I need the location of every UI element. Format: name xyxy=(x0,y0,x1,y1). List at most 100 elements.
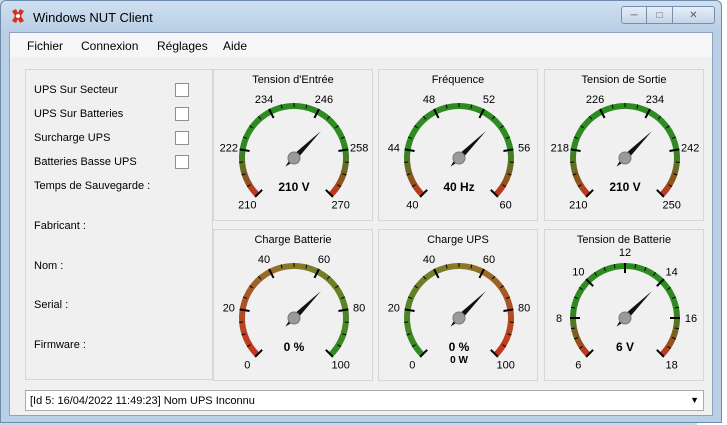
gauge-value-display: 0 % xyxy=(284,340,305,354)
gauge-tick-label: 60 xyxy=(483,254,495,266)
gauge-arc-segment xyxy=(260,269,271,280)
menu-aide[interactable]: Aide xyxy=(223,39,247,53)
gauge-tick-label: 242 xyxy=(681,143,699,155)
gauge-arc-segment xyxy=(624,103,633,110)
gauge-arc-segment xyxy=(471,104,481,114)
log-dropdown[interactable]: [Id 5: 16/04/2022 11:49:23] Nom UPS Inco… xyxy=(25,390,704,411)
gauge-arc-segment xyxy=(245,341,256,352)
gauge-arc-segment xyxy=(339,136,348,147)
gauge-arc-segment xyxy=(437,104,448,113)
gauge-arc-segment xyxy=(504,136,513,147)
gauge-arc-segment xyxy=(570,150,577,159)
gauge-hub xyxy=(618,311,632,325)
gauge-arc-segment xyxy=(300,263,309,271)
gauge-arc-segment xyxy=(493,119,504,129)
gauge-arc-segment xyxy=(637,104,647,114)
gauge-arc-segment xyxy=(250,278,260,289)
gauge-arc-segment xyxy=(631,103,640,111)
flag-checkbox-on-battery[interactable] xyxy=(175,107,189,121)
gauge-arc-segment xyxy=(404,323,412,333)
menu-bar: Fichier Connexion Réglages Aide xyxy=(10,33,712,57)
minimize-icon: ─ xyxy=(630,9,638,21)
gauge-arc-segment xyxy=(624,263,633,270)
gauge-battery-charge: Charge Batterie 0 20 40 60 80 100 0 % xyxy=(213,229,373,381)
gauge-arc-segment xyxy=(339,296,348,307)
close-button[interactable]: ✕ xyxy=(673,6,715,24)
gauge-arc-segment xyxy=(465,263,474,271)
gauge-value-display: 210 V xyxy=(609,180,640,194)
gauge-arc-segment xyxy=(501,336,510,347)
gauge-arc-segment xyxy=(338,330,348,340)
gauge-tick-label: 14 xyxy=(666,266,678,278)
gauge-arc-segment xyxy=(328,279,339,289)
flag-label-on-battery: UPS Sur Batteries xyxy=(34,108,124,120)
gauge-arc-segment xyxy=(404,163,412,173)
gauge-arc-segment xyxy=(483,270,494,280)
gauge-tick-label: 10 xyxy=(572,266,584,278)
gauge-arc-segment xyxy=(573,176,583,186)
gauge-arc-segment xyxy=(242,176,252,186)
chevron-down-icon[interactable]: ▼ xyxy=(690,395,699,405)
gauge-arc-segment xyxy=(425,269,436,280)
gauge-tick-label: 80 xyxy=(353,303,365,315)
gauge-dial: 0 20 40 60 80 100 0 % xyxy=(223,254,366,372)
gauge-arc-segment xyxy=(570,163,578,173)
gauge-arc-segment xyxy=(242,336,252,346)
gauge-dial: 210 218 226 234 242 250 210 V xyxy=(551,94,700,211)
gauge-arc-segment xyxy=(407,176,417,186)
flag-checkbox-low-battery[interactable] xyxy=(175,155,189,169)
flag-checkbox-on-line[interactable] xyxy=(175,83,189,97)
gauge-arc-segment xyxy=(404,310,411,319)
gauge-tick-label: 0 xyxy=(244,360,250,372)
gauge-arc-segment xyxy=(306,264,316,274)
gauge-arc-segment xyxy=(493,279,504,289)
gauge-arc-segment xyxy=(667,336,676,347)
gauge-arc-segment xyxy=(249,347,260,357)
gauge-arc-segment xyxy=(580,187,591,197)
gauge-arc-segment xyxy=(458,103,467,110)
gauge-arc-segment xyxy=(673,317,680,326)
gauge-tick-label: 40 xyxy=(423,254,435,266)
gauge-tick-label: 60 xyxy=(318,254,330,266)
gauge-arc-segment xyxy=(414,187,425,197)
window-controls: ─ □ ✕ xyxy=(621,6,715,24)
menu-fichier[interactable]: Fichier xyxy=(27,39,63,53)
gauge-arc-segment xyxy=(483,110,494,120)
menu-connexion[interactable]: Connexion xyxy=(81,39,138,53)
gauge-value-display: 210 V xyxy=(278,180,309,194)
gauge-tick-label: 8 xyxy=(556,313,562,325)
serial-label: Serial : xyxy=(34,299,69,311)
gauge-arc-segment xyxy=(404,150,411,159)
menu-reglages[interactable]: Réglages xyxy=(157,39,208,53)
manufacturer-label: Fabricant : xyxy=(34,220,86,232)
gauge-tick-label: 218 xyxy=(551,143,569,155)
gauge-ups-load: Charge UPS 0 20 40 60 80 100 0 % 0 W xyxy=(378,229,538,381)
gauge-arc-segment xyxy=(341,164,349,173)
title-bar: Windows NUT Client ─ □ ✕ xyxy=(1,1,721,33)
gauge-arc-segment xyxy=(250,118,260,129)
gauge-arc-segment xyxy=(504,296,513,307)
gauge-tick-label: 44 xyxy=(388,143,400,155)
gauge-arc-segment xyxy=(245,181,256,192)
gauge-arc-segment xyxy=(570,310,577,319)
gauge-arc-segment xyxy=(506,164,514,173)
backup-time-label: Temps de Sauvegarde : xyxy=(34,180,151,192)
minimize-button[interactable]: ─ xyxy=(621,6,647,24)
gauge-dial: 0 20 40 60 80 100 0 %0 W xyxy=(388,254,531,371)
gauge-tick-label: 246 xyxy=(315,94,333,106)
log-text: [Id 5: 16/04/2022 11:49:23] Nom UPS Inco… xyxy=(30,395,255,407)
gauge-arc-segment xyxy=(603,104,614,113)
gauge-arc-segment xyxy=(603,264,614,273)
gauge-arc-segment xyxy=(503,170,513,180)
gauge-arc-segment xyxy=(501,176,510,187)
firmware-label: Firmware : xyxy=(34,339,86,351)
maximize-button[interactable]: □ xyxy=(647,6,673,24)
flag-checkbox-overload[interactable] xyxy=(175,131,189,145)
gauge-arc-segment xyxy=(243,289,252,300)
client-area: Fichier Connexion Réglages Aide UPS Sur … xyxy=(9,32,713,416)
gauge-tick-label: 234 xyxy=(646,94,664,106)
gauge-arc-segment xyxy=(239,323,247,333)
gauge-arc-segment xyxy=(410,341,421,352)
gauge-sub-display: 0 W xyxy=(450,355,468,366)
gauge-arc-segment xyxy=(667,176,676,187)
